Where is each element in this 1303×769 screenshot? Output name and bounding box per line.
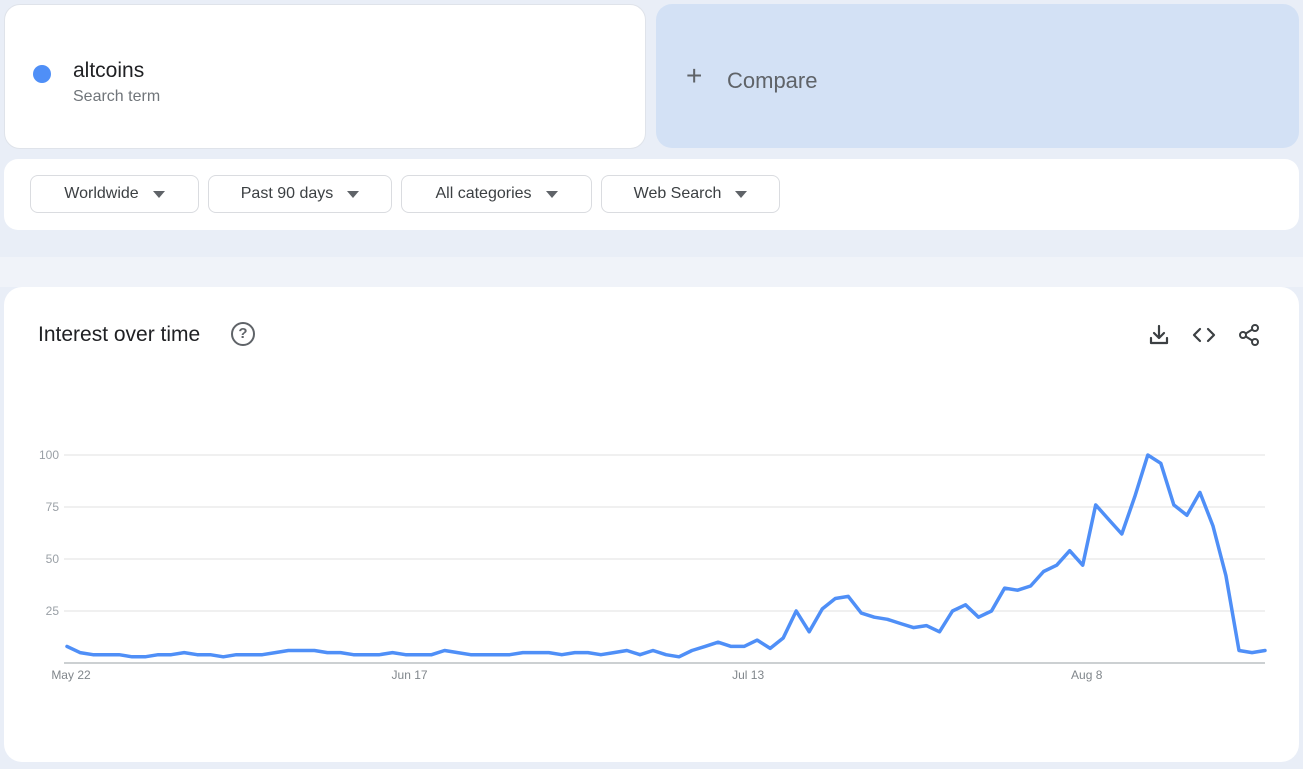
compare-button[interactable]: + Compare [656,4,1299,148]
region-filter[interactable]: Worldwide [30,175,199,213]
chevron-down-icon [347,190,360,198]
interest-line-chart: 25 50 75 100 May 22 Jun 17 Jul 13 Aug 8 [39,448,1267,682]
x-tick-label: May 22 [51,668,91,682]
interest-series-line[interactable] [65,453,1267,659]
filter-bar: Worldwide Past 90 days All categories We… [4,159,1299,230]
plus-icon: + [686,60,703,91]
chevron-down-icon [545,190,558,198]
interest-over-time-card: Interest over time ? 25 50 75 100 May 22 Jun … [4,287,1299,762]
y-tick-label: 50 [46,552,60,566]
category-filter[interactable]: All categories [401,175,592,213]
chevron-down-icon [735,190,748,198]
search-term-color-dot [33,65,51,83]
search-term-subtitle: Search term [73,88,161,105]
x-tick-label: Aug 8 [1071,668,1103,682]
y-tick-label: 25 [46,604,60,618]
category-filter-label: All categories [435,185,532,202]
search-term-card[interactable]: altcoins Search term [4,4,646,149]
section-divider [0,257,1303,287]
region-filter-label: Worldwide [64,185,139,202]
x-tick-label: Jul 13 [732,668,764,682]
compare-label: Compare [727,68,818,93]
search-type-filter-label: Web Search [633,185,722,202]
search-type-filter[interactable]: Web Search [601,175,780,213]
chevron-down-icon [152,190,165,198]
time-range-filter[interactable]: Past 90 days [208,175,392,213]
x-tick-label: Jun 17 [392,668,428,682]
time-range-filter-label: Past 90 days [240,185,334,202]
y-tick-label: 100 [39,448,59,462]
y-tick-label: 75 [46,500,60,514]
search-term-name[interactable]: altcoins [73,59,144,83]
